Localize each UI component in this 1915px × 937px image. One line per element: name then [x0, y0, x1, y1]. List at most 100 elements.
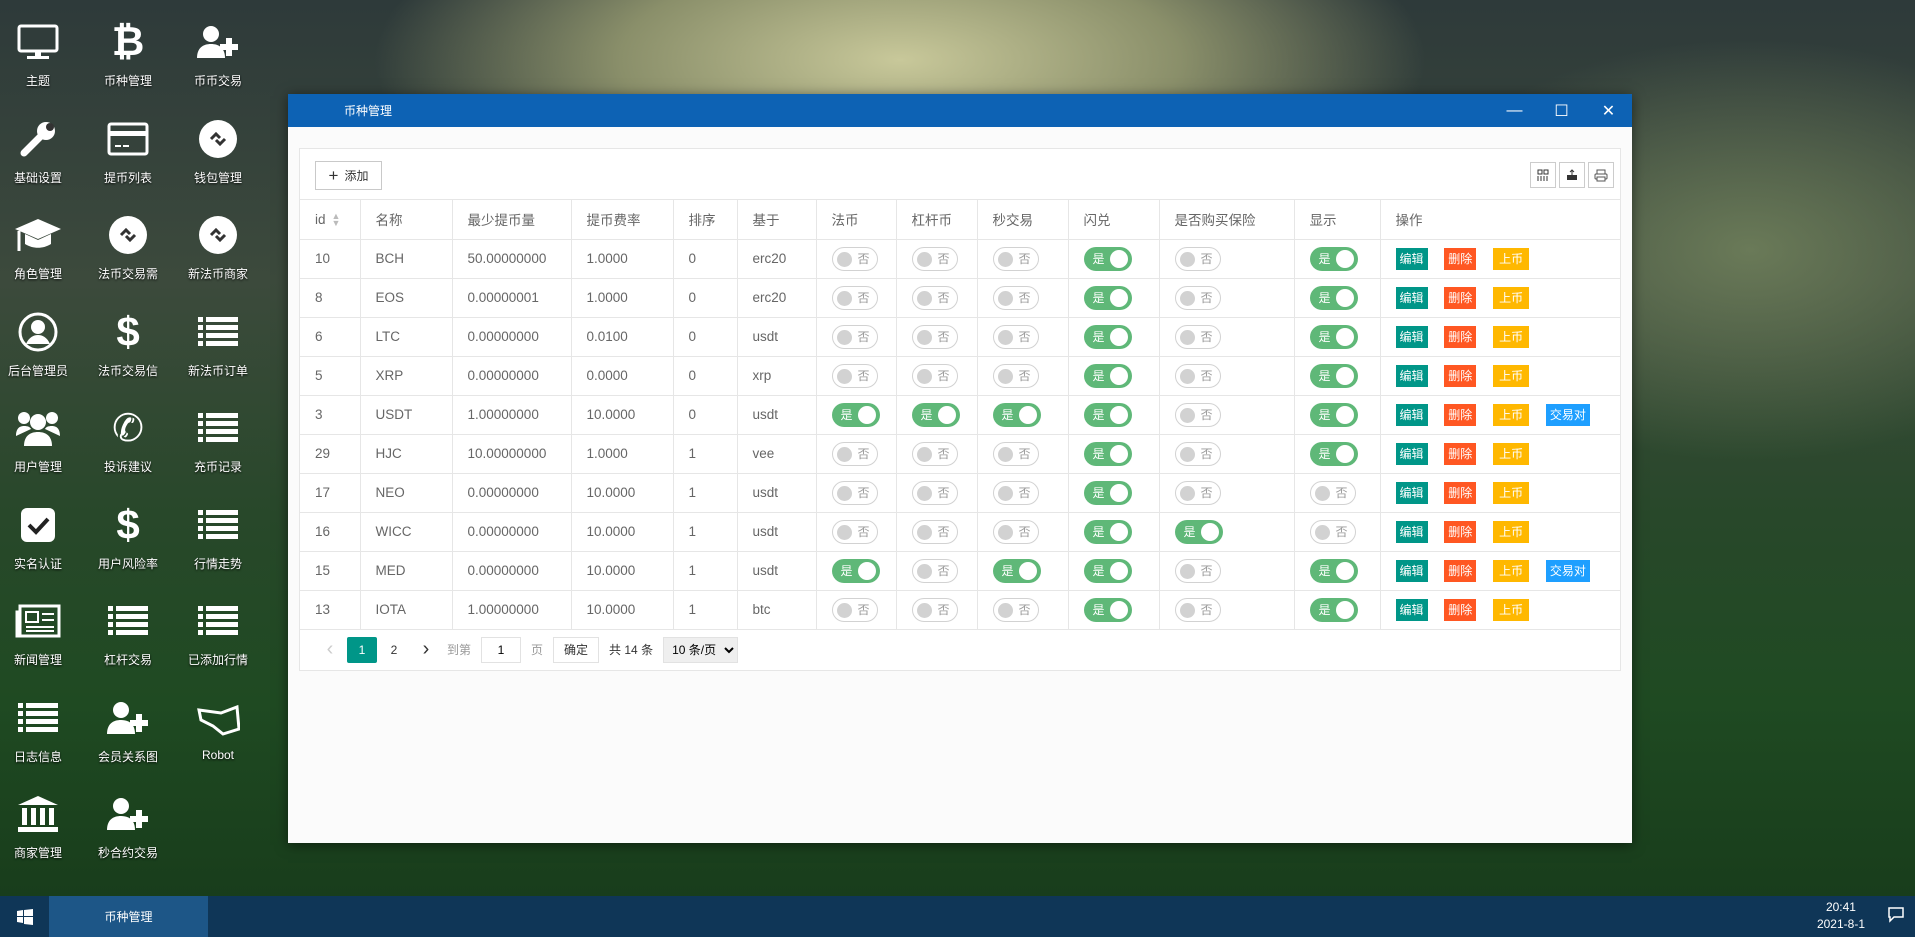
list-coin-button[interactable]: 上币 [1493, 442, 1530, 465]
delete-button[interactable]: 删除 [1444, 559, 1477, 582]
page-size-select[interactable]: 10 条/页 [663, 636, 739, 663]
edit-button[interactable]: 编辑 [1395, 481, 1428, 504]
desktop-icon[interactable]: 基础设置 [0, 115, 83, 186]
desktop-icon[interactable]: 行情走势 [173, 501, 263, 572]
display-toggle[interactable]: 否 [1309, 519, 1356, 544]
desktop-icon[interactable]: 用户管理 [0, 404, 83, 475]
fiat-toggle[interactable]: 否 [831, 441, 878, 466]
edit-button[interactable]: 编辑 [1395, 559, 1428, 582]
fiat-toggle[interactable]: 否 [831, 363, 878, 388]
desktop-icon[interactable]: 法币交易需 [83, 211, 173, 282]
desktop-icon[interactable]: 日志信息 [0, 694, 83, 765]
list-coin-button[interactable]: 上币 [1493, 364, 1530, 387]
list-coin-button[interactable]: 上币 [1493, 247, 1530, 270]
fiat-toggle[interactable]: 是 [831, 402, 880, 427]
flash-exchange-toggle[interactable]: 是 [1083, 246, 1132, 271]
sort-icon[interactable]: ▲ ▼ [332, 211, 341, 227]
insurance-toggle[interactable]: 否 [1174, 480, 1221, 505]
second-trade-toggle[interactable]: 是 [992, 558, 1041, 583]
edit-button[interactable]: 编辑 [1395, 598, 1428, 621]
edit-button[interactable]: 编辑 [1395, 325, 1428, 348]
notification-icon[interactable] [1887, 905, 1905, 928]
trading-pair-button[interactable]: 交易对 [1545, 403, 1590, 426]
goto-page-input[interactable] [481, 636, 522, 663]
insurance-toggle[interactable]: 否 [1174, 363, 1221, 388]
desktop-icon[interactable]: 新法币商家 [173, 211, 263, 282]
second-trade-toggle[interactable]: 否 [992, 285, 1039, 310]
leverage-toggle[interactable]: 否 [911, 441, 958, 466]
edit-button[interactable]: 编辑 [1395, 403, 1428, 426]
fiat-toggle[interactable]: 否 [831, 246, 878, 271]
leverage-toggle[interactable]: 否 [911, 519, 958, 544]
insurance-toggle[interactable]: 否 [1174, 246, 1221, 271]
delete-button[interactable]: 删除 [1444, 325, 1477, 348]
flash-exchange-toggle[interactable]: 是 [1083, 402, 1132, 427]
edit-button[interactable]: 编辑 [1395, 364, 1428, 387]
desktop-icon[interactable]: $ 用户风险率 [83, 501, 173, 572]
flash-exchange-toggle[interactable]: 是 [1083, 285, 1132, 310]
insurance-toggle[interactable]: 否 [1174, 285, 1221, 310]
second-trade-toggle[interactable]: 否 [992, 519, 1039, 544]
flash-exchange-toggle[interactable]: 是 [1083, 363, 1132, 388]
display-toggle[interactable]: 是 [1309, 441, 1358, 466]
desktop-icon[interactable]: 实名认证 [0, 501, 83, 572]
fiat-toggle[interactable]: 否 [831, 480, 878, 505]
display-toggle[interactable]: 是 [1309, 363, 1358, 388]
list-coin-button[interactable]: 上币 [1493, 403, 1530, 426]
list-coin-button[interactable]: 上币 [1493, 325, 1530, 348]
fiat-toggle[interactable]: 是 [831, 558, 880, 583]
delete-button[interactable]: 删除 [1444, 598, 1477, 621]
desktop-icon[interactable]: ✆ 投诉建议 [83, 404, 173, 475]
trading-pair-button[interactable]: 交易对 [1545, 559, 1590, 582]
clock[interactable]: 20:41 2021-8-1 [1817, 899, 1865, 933]
insurance-toggle[interactable]: 否 [1174, 324, 1221, 349]
desktop-icon[interactable]: 秒合约交易 [83, 790, 173, 861]
second-trade-toggle[interactable]: 否 [992, 441, 1039, 466]
print-icon[interactable] [1588, 162, 1614, 188]
leverage-toggle[interactable]: 否 [911, 597, 958, 622]
desktop-icon[interactable]: 币币交易 [173, 18, 263, 89]
taskbar-item-coin-management[interactable]: 币种管理 [49, 896, 208, 937]
desktop-icon[interactable]: 已添加行情 [173, 597, 263, 668]
column-header[interactable]: id ▲ ▼ [300, 200, 361, 240]
desktop-icon[interactable]: 杠杆交易 [83, 597, 173, 668]
fiat-toggle[interactable]: 否 [831, 285, 878, 310]
window-titlebar[interactable]: 币种管理 — ☐ ✕ [288, 94, 1632, 127]
leverage-toggle[interactable]: 否 [911, 324, 958, 349]
second-trade-toggle[interactable]: 否 [992, 324, 1039, 349]
leverage-toggle[interactable]: 否 [911, 480, 958, 505]
list-coin-button[interactable]: 上币 [1493, 520, 1530, 543]
display-toggle[interactable]: 是 [1309, 597, 1358, 622]
leverage-toggle[interactable]: 否 [911, 246, 958, 271]
leverage-toggle[interactable]: 是 [911, 402, 960, 427]
next-page-button[interactable]: › [411, 637, 441, 663]
desktop-icon[interactable]: 角色管理 [0, 211, 83, 282]
desktop-icon[interactable]: 提币列表 [83, 115, 173, 186]
delete-button[interactable]: 删除 [1444, 481, 1477, 504]
desktop-icon[interactable]: 充币记录 [173, 404, 263, 475]
confirm-page-button[interactable]: 确定 [553, 636, 600, 663]
page-2-button[interactable]: 2 [379, 637, 409, 663]
columns-icon[interactable] [1530, 162, 1556, 188]
fiat-toggle[interactable]: 否 [831, 597, 878, 622]
list-coin-button[interactable]: 上币 [1493, 559, 1530, 582]
desktop-icon[interactable]: $ 法币交易信 [83, 308, 173, 379]
export-icon[interactable] [1559, 162, 1585, 188]
insurance-toggle[interactable]: 是 [1174, 519, 1223, 544]
minimize-button[interactable]: — [1491, 94, 1538, 127]
leverage-toggle[interactable]: 否 [911, 558, 958, 583]
second-trade-toggle[interactable]: 是 [992, 402, 1041, 427]
delete-button[interactable]: 删除 [1444, 442, 1477, 465]
flash-exchange-toggle[interactable]: 是 [1083, 597, 1132, 622]
delete-button[interactable]: 删除 [1444, 364, 1477, 387]
desktop-icon[interactable]: Robot [173, 694, 263, 762]
flash-exchange-toggle[interactable]: 是 [1083, 441, 1132, 466]
list-coin-button[interactable]: 上币 [1493, 286, 1530, 309]
delete-button[interactable]: 删除 [1444, 247, 1477, 270]
flash-exchange-toggle[interactable]: 是 [1083, 519, 1132, 544]
flash-exchange-toggle[interactable]: 是 [1083, 324, 1132, 349]
prev-page-button[interactable]: ‹ [315, 637, 345, 663]
list-coin-button[interactable]: 上币 [1493, 481, 1530, 504]
fiat-toggle[interactable]: 否 [831, 324, 878, 349]
desktop-icon[interactable]: ₿ 币种管理 [83, 18, 173, 89]
